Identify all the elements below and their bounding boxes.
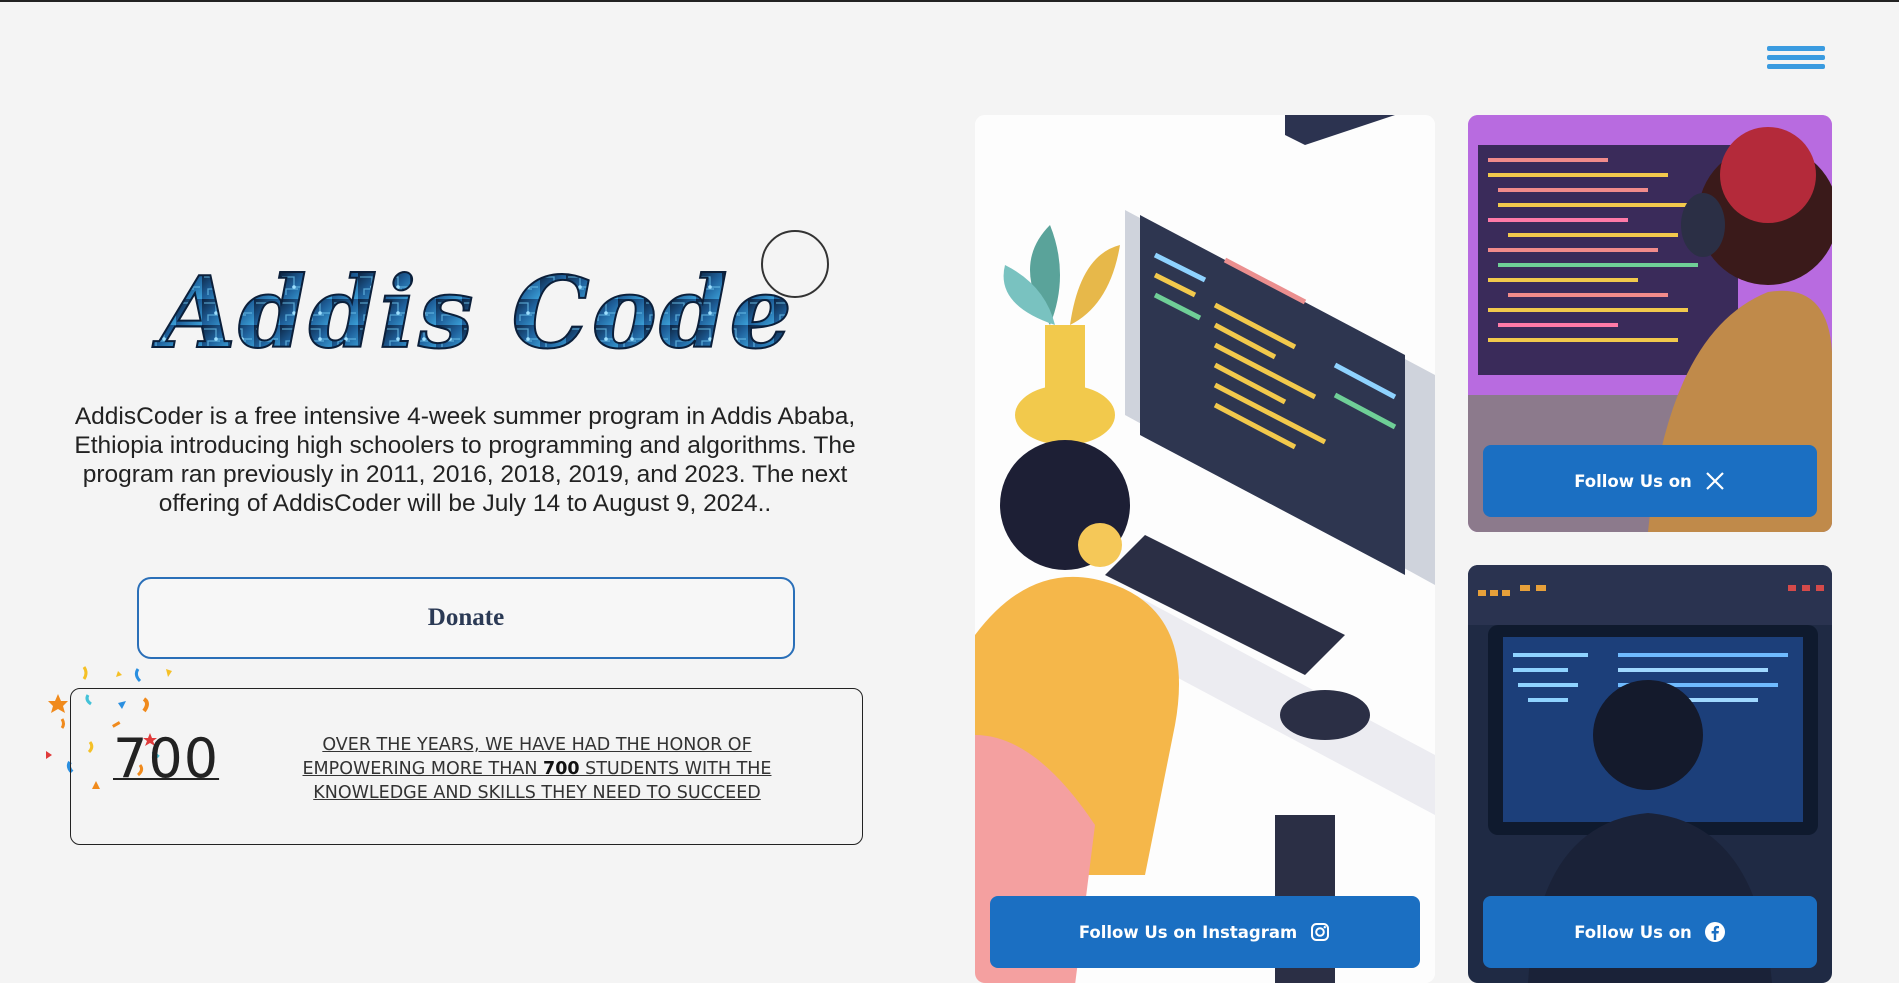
follow-instagram-button[interactable]: Follow Us on Instagram	[990, 896, 1420, 968]
facebook-card: Follow Us on	[1468, 565, 1832, 983]
menu-bar-middle	[1767, 55, 1825, 60]
stat-text-bold: 700	[543, 759, 580, 779]
x-icon	[1704, 470, 1726, 492]
menu-bar-bottom	[1767, 64, 1825, 69]
follow-instagram-label: Follow Us on Instagram	[1078, 922, 1298, 942]
follow-x-button[interactable]: Follow Us on	[1483, 445, 1817, 517]
program-description: AddisCoder is a free intensive 4-week su…	[74, 403, 856, 517]
follow-x-label: Follow Us on	[1574, 471, 1692, 491]
students-stat-text: OVER THE YEARS, WE HAVE HAD THE HONOR OF…	[267, 733, 807, 805]
instagram-icon	[1309, 921, 1331, 943]
facebook-icon	[1704, 921, 1726, 943]
menu-bar-top	[1767, 46, 1825, 51]
students-count: 700	[113, 727, 220, 790]
hamburger-menu-icon[interactable]	[1767, 46, 1825, 82]
coder-girl-illustration	[975, 115, 1435, 983]
follow-facebook-label: Follow Us on	[1574, 922, 1692, 942]
instagram-card: Follow Us on Instagram	[975, 115, 1435, 983]
students-stat-box: 700 OVER THE YEARS, WE HAVE HAD THE HONO…	[70, 688, 863, 845]
logo-text: Addis Coder	[152, 256, 790, 371]
donate-button[interactable]: Donate	[137, 577, 795, 659]
x-card: Follow Us on	[1468, 115, 1832, 532]
addis-coder-logo: Addis Coder	[151, 255, 790, 372]
follow-facebook-button[interactable]: Follow Us on	[1483, 896, 1817, 968]
